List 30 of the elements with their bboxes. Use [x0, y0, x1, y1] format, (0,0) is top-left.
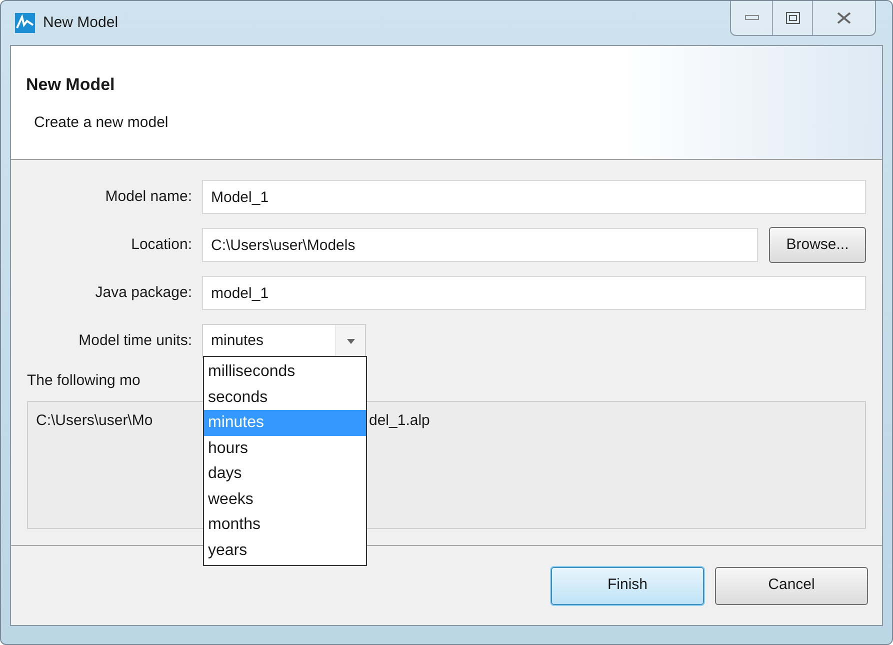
- field-label: Model name:: [104, 186, 193, 207]
- time-units-dropdown[interactable]: minutes: [202, 324, 366, 358]
- app-logo-icon: [15, 13, 35, 33]
- dropdown-option[interactable]: milliseconds: [204, 359, 366, 384]
- minimize-icon: [744, 15, 758, 21]
- file-path: C:\Users\user\Mo: [36, 410, 154, 430]
- text-field[interactable]: model_1: [202, 276, 866, 310]
- dropdown-value: minutes: [211, 330, 265, 351]
- dropdown-caret-icon: [346, 338, 354, 344]
- page-subtitle: Create a new model: [34, 112, 170, 132]
- window-title: New Model: [43, 12, 118, 33]
- dropdown-option[interactable]: seconds: [204, 384, 366, 410]
- dropdown-option[interactable]: days: [204, 461, 366, 486]
- field-label: Model time units:: [78, 330, 193, 351]
- dropdown-option[interactable]: hours: [204, 436, 366, 461]
- text-field[interactable]: Model_1: [202, 180, 866, 214]
- field-label: Java package:: [94, 282, 193, 303]
- field-label: Location:: [130, 234, 193, 255]
- page-title: New Model: [26, 74, 116, 96]
- finish-button[interactable]: Finish: [551, 566, 704, 604]
- close-icon: [837, 12, 851, 24]
- dropdown-option[interactable]: years: [204, 538, 366, 563]
- dropdown-option[interactable]: weeks: [204, 486, 366, 512]
- section-label: The following mo: [27, 371, 142, 391]
- text-field[interactable]: C:\Users\user\Models: [202, 228, 758, 262]
- dropdown-option[interactable]: months: [204, 512, 366, 538]
- maximize-icon: [786, 12, 800, 24]
- file-path: del_1.alp: [369, 410, 430, 430]
- cancel-button[interactable]: Cancel: [715, 566, 868, 604]
- browse-button[interactable]: Browse...: [769, 227, 866, 263]
